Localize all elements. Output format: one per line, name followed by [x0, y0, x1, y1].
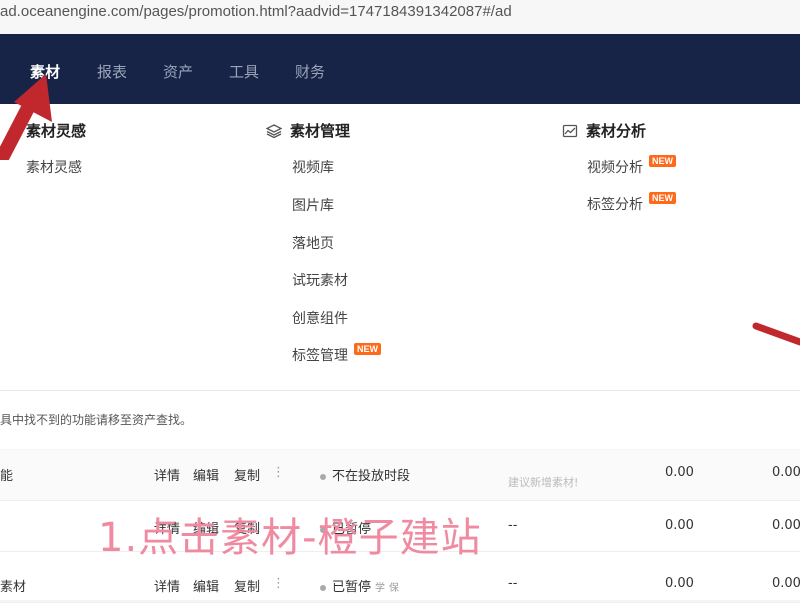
value-cell: 0.00: [772, 465, 800, 480]
image-chart-icon: [562, 124, 578, 137]
row-name: 素材: [0, 580, 27, 595]
value-cell: 0.00: [665, 518, 694, 533]
status-cell: 已暂停学保: [320, 576, 399, 595]
status-dot: [320, 473, 326, 480]
value-cell: 0.00: [665, 576, 694, 591]
menu-item-playable[interactable]: 试玩素材: [292, 270, 348, 290]
column-title: 素材管理: [290, 122, 351, 140]
menu-item-image-library[interactable]: 图片库: [292, 195, 334, 215]
nav-item-tools[interactable]: 工具: [229, 61, 259, 82]
middle-cell: --: [508, 518, 518, 533]
address-bar[interactable]: ad.oceanengine.com/pages/promotion.html?…: [0, 0, 800, 35]
column-title: 素材分析: [586, 122, 647, 140]
hint-text: 具中找不到的功能请移至资产查找。: [0, 413, 193, 427]
detail-link[interactable]: 详情: [154, 465, 180, 484]
new-badge: NEW: [649, 192, 676, 204]
value-cell: 0.00: [665, 465, 694, 480]
nav-item-assets[interactable]: 资产: [163, 61, 193, 82]
more-icon[interactable]: ⋮: [272, 465, 285, 480]
hint-bar: 具中找不到的功能请移至资产查找。: [0, 391, 800, 449]
detail-link[interactable]: 详情: [154, 576, 180, 595]
more-icon[interactable]: ⋮: [272, 576, 285, 591]
table-row[interactable]: 能 详情 编辑 复制 ⋮ 不在投放时段 建议新增素材! 0.00 0.00: [0, 450, 800, 501]
status-dot: [320, 584, 326, 591]
menu-item-video-library[interactable]: 视频库: [292, 157, 334, 177]
menu-item-creative-components[interactable]: 创意组件: [292, 308, 348, 328]
edit-link[interactable]: 编辑: [193, 576, 219, 595]
menu-column-analysis: 素材分析: [562, 120, 646, 141]
menu-item-landing-page[interactable]: 落地页: [292, 233, 334, 253]
row-name: 能: [0, 469, 14, 484]
learning-tag-icon: 学: [375, 583, 386, 594]
nav-item-report[interactable]: 报表: [97, 61, 127, 82]
menu-item-label: 视频分析: [587, 160, 643, 176]
status-cell: 不在投放时段: [320, 465, 410, 484]
new-badge: NEW: [649, 155, 676, 167]
edit-link[interactable]: 编辑: [193, 465, 219, 484]
material-dropdown-panel: 素材灵感 素材灵感 素材管理 视频库 图片库 落地页 试玩素材 创意组件 标签管…: [0, 104, 800, 391]
top-nav: 素材 报表 资产 工具 财务: [0, 34, 800, 104]
copy-link[interactable]: 复制: [234, 465, 260, 484]
value-cell: 0.00: [772, 518, 800, 533]
menu-item-label: 标签分析: [587, 197, 643, 213]
middle-cell: --: [508, 576, 518, 591]
tutorial-caption: 1.点击素材-橙子建站: [98, 515, 482, 561]
url-text[interactable]: ad.oceanengine.com/pages/promotion.html?…: [0, 3, 512, 20]
menu-column-management: 素材管理: [266, 120, 350, 141]
suggestion-text: 建议新增素材!: [508, 476, 579, 489]
copy-link[interactable]: 复制: [234, 576, 260, 595]
nav-item-finance[interactable]: 财务: [295, 61, 325, 82]
status-text: 已暂停: [332, 580, 372, 595]
menu-item-tag-analysis[interactable]: 标签分析 NEW: [587, 192, 676, 214]
new-badge: NEW: [354, 343, 381, 355]
menu-item-video-analysis[interactable]: 视频分析 NEW: [587, 155, 676, 177]
status-text: 不在投放时段: [332, 469, 411, 484]
shield-tag-icon: 保: [389, 583, 400, 594]
menu-item-label: 标签管理: [292, 348, 348, 364]
menu-item-inspiration[interactable]: 素材灵感: [26, 157, 82, 177]
red-arrow-annotation: [0, 74, 52, 160]
red-line-annotation: [752, 322, 800, 346]
menu-item-tag-management[interactable]: 标签管理 NEW: [292, 343, 381, 365]
layers-icon: [266, 123, 282, 138]
value-cell: 0.00: [772, 576, 800, 591]
